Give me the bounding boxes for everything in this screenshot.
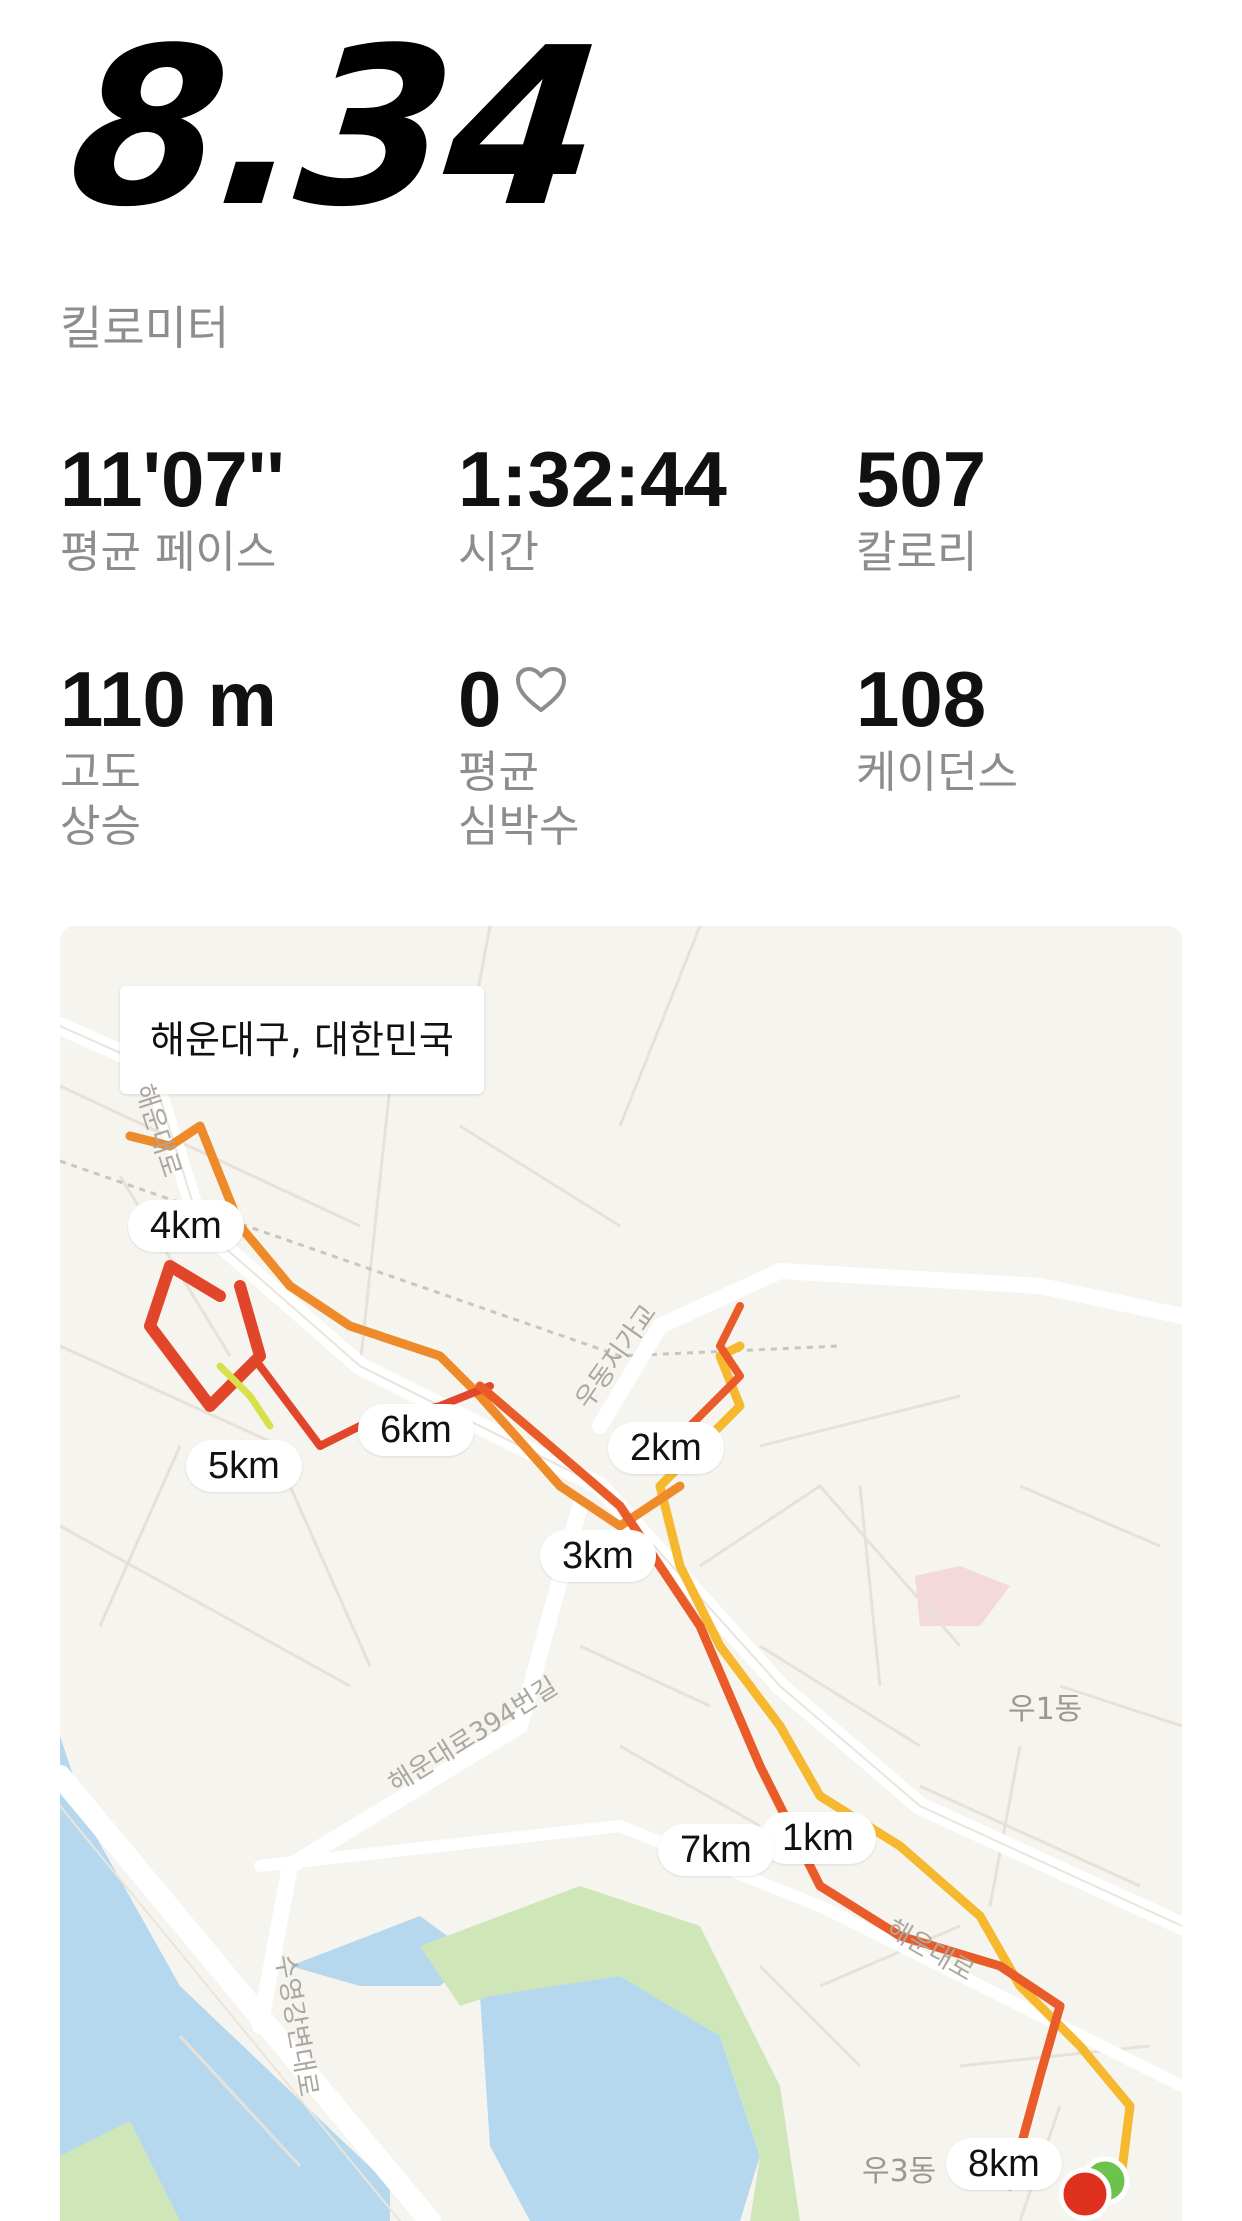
calories-label: 칼로리: [856, 527, 978, 578]
km-marker-3: 3km: [540, 1530, 656, 1582]
cadence-label: 케이던스: [856, 747, 1018, 798]
duration-value: 1:32:44: [458, 435, 727, 523]
location-label: 해운대구, 대한민국: [120, 986, 484, 1094]
heart-outline-icon: [516, 667, 567, 712]
elevation-gain-label: 고도 상승: [60, 747, 141, 852]
km-marker-2: 2km: [608, 1422, 724, 1474]
km-marker-1: 1km: [760, 1812, 876, 1864]
calories-value: 507: [856, 435, 987, 523]
stat-duration: 1:32:44 시간: [458, 440, 838, 580]
end-marker: [1058, 2167, 1112, 2221]
elevation-gain-value: 110 m: [60, 655, 277, 743]
route-map[interactable]: 해운대구, 대한민국 해운대로 해운대로394번길 우동지가교 수영강변대로 해…: [60, 926, 1182, 2221]
average-heart-rate-value-row: 0: [458, 660, 838, 738]
average-pace-value: 11'07'': [60, 435, 285, 523]
stat-average-heart-rate: 0 평균 심박수: [458, 660, 838, 854]
cadence-value: 108: [856, 655, 987, 743]
km-marker-4: 4km: [128, 1200, 244, 1252]
total-distance-value: 8.34: [60, 2, 609, 255]
duration-label: 시간: [458, 527, 539, 578]
place-label-u1-dong: 우1동: [1008, 1692, 1083, 1727]
km-marker-6: 6km: [358, 1404, 474, 1456]
average-heart-rate-value: 0: [458, 655, 502, 743]
place-label-u3-dong: 우3동: [862, 2154, 937, 2189]
average-pace-label: 평균 페이스: [60, 527, 277, 578]
stat-average-pace: 11'07'' 평균 페이스: [60, 440, 440, 580]
km-marker-8: 8km: [946, 2138, 1062, 2190]
stat-calories: 507 칼로리: [856, 440, 1236, 580]
km-marker-7: 7km: [658, 1824, 774, 1876]
average-heart-rate-label: 평균 심박수: [458, 747, 580, 852]
stat-elevation-gain: 110 m 고도 상승: [60, 660, 440, 854]
distance-unit-label: 킬로미터: [60, 301, 230, 355]
km-marker-5: 5km: [186, 1440, 302, 1492]
pink-block: [915, 1566, 1010, 1626]
stat-cadence: 108 케이던스: [856, 660, 1236, 800]
railway-line: [60, 1159, 841, 1358]
